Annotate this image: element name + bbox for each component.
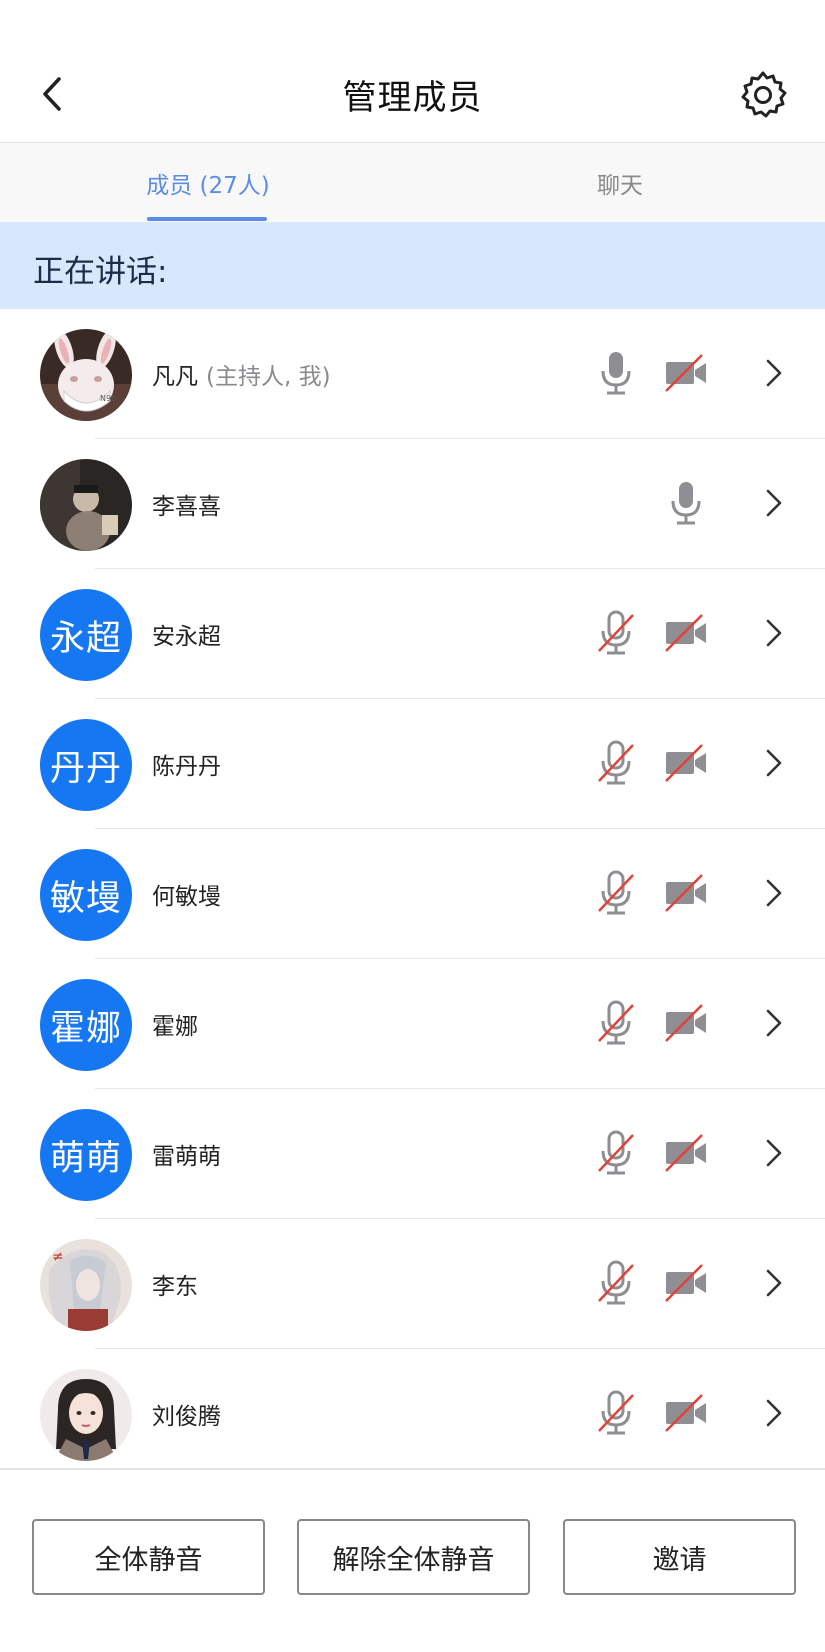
- microphone-off-icon[interactable]: [596, 1389, 636, 1437]
- member-name: 安永超: [152, 624, 221, 650]
- member-row[interactable]: 萌萌 雷萌萌: [0, 1089, 825, 1219]
- microphone-icon[interactable]: [596, 349, 636, 397]
- camera-off-icon[interactable]: [664, 871, 708, 915]
- microphone-off-icon[interactable]: [596, 1259, 636, 1307]
- camera-off-icon[interactable]: [664, 1391, 708, 1435]
- invite-button[interactable]: 邀请: [563, 1519, 796, 1595]
- top-bar: 管理成员: [0, 0, 825, 144]
- avatar: [40, 1369, 132, 1461]
- chevron-right-icon: [766, 359, 782, 387]
- member-name: 何敏墁: [152, 884, 221, 910]
- avatar: 霍娜: [40, 979, 132, 1071]
- speaking-banner: 正在讲话:: [0, 222, 825, 309]
- microphone-icon[interactable]: [666, 479, 706, 527]
- settings-button[interactable]: [738, 70, 788, 120]
- member-row[interactable]: 永超 安永超: [0, 569, 825, 699]
- gear-icon: [741, 71, 787, 118]
- camera-off-icon[interactable]: [664, 1131, 708, 1175]
- member-row[interactable]: 李喜喜: [0, 439, 825, 569]
- bottom-action-bar: 全体静音 解除全体静音 邀请: [0, 1468, 825, 1652]
- member-name: 李东: [152, 1274, 198, 1300]
- svg-text:≠: ≠: [52, 1249, 64, 1265]
- unmute-all-button[interactable]: 解除全体静音: [297, 1519, 530, 1595]
- member-name: 凡凡 (主持人, 我): [152, 364, 331, 390]
- member-row[interactable]: N95 凡凡 (主持人, 我): [0, 309, 825, 439]
- member-row[interactable]: 敏墁 何敏墁: [0, 829, 825, 959]
- microphone-off-icon[interactable]: [596, 999, 636, 1047]
- avatar: 永超: [40, 589, 132, 681]
- chevron-right-icon: [766, 879, 782, 907]
- chevron-right-icon: [766, 749, 782, 777]
- chevron-right-icon: [766, 619, 782, 647]
- avatar: 丹丹: [40, 719, 132, 811]
- camera-off-icon[interactable]: [664, 351, 708, 395]
- tab-members[interactable]: 成员 (27人): [105, 143, 311, 222]
- camera-off-icon[interactable]: [664, 1261, 708, 1305]
- avatar: [40, 459, 132, 551]
- camera-off-icon[interactable]: [664, 611, 708, 655]
- chevron-right-icon: [766, 1269, 782, 1297]
- tab-chat[interactable]: 聊天: [520, 143, 720, 222]
- microphone-off-icon[interactable]: [596, 1129, 636, 1177]
- member-row[interactable]: 丹丹 陈丹丹: [0, 699, 825, 829]
- member-row[interactable]: ≠ 李东: [0, 1219, 825, 1349]
- member-name: 雷萌萌: [152, 1144, 221, 1170]
- chevron-right-icon: [766, 1399, 782, 1427]
- chevron-right-icon: [766, 489, 782, 517]
- microphone-off-icon[interactable]: [596, 609, 636, 657]
- avatar: ≠: [40, 1239, 132, 1331]
- speaking-label: 正在讲话:: [33, 254, 168, 290]
- avatar: N95: [40, 329, 132, 421]
- active-tab-indicator: [147, 217, 267, 221]
- member-list: N95 凡凡 (主持人, 我) 李喜喜 永超 安永超 丹丹 陈丹丹 敏墁 何敏墁…: [0, 309, 825, 1479]
- svg-text:N95: N95: [100, 394, 116, 403]
- member-name: 李喜喜: [152, 494, 221, 520]
- camera-off-icon[interactable]: [664, 1001, 708, 1045]
- member-role: (主持人, 我): [206, 364, 331, 390]
- chevron-right-icon: [766, 1139, 782, 1167]
- avatar: 敏墁: [40, 849, 132, 941]
- member-row[interactable]: 霍娜 霍娜: [0, 959, 825, 1089]
- member-name: 刘俊腾: [152, 1404, 221, 1430]
- page-title: 管理成员: [342, 78, 483, 118]
- tab-bar: 成员 (27人) 聊天: [0, 143, 825, 222]
- microphone-off-icon[interactable]: [596, 739, 636, 787]
- mute-all-button[interactable]: 全体静音: [32, 1519, 265, 1595]
- member-row[interactable]: 刘俊腾: [0, 1349, 825, 1479]
- camera-off-icon[interactable]: [664, 741, 708, 785]
- member-name: 霍娜: [152, 1014, 198, 1040]
- member-name: 陈丹丹: [152, 754, 221, 780]
- avatar: 萌萌: [40, 1109, 132, 1201]
- microphone-off-icon[interactable]: [596, 869, 636, 917]
- chevron-right-icon: [766, 1009, 782, 1037]
